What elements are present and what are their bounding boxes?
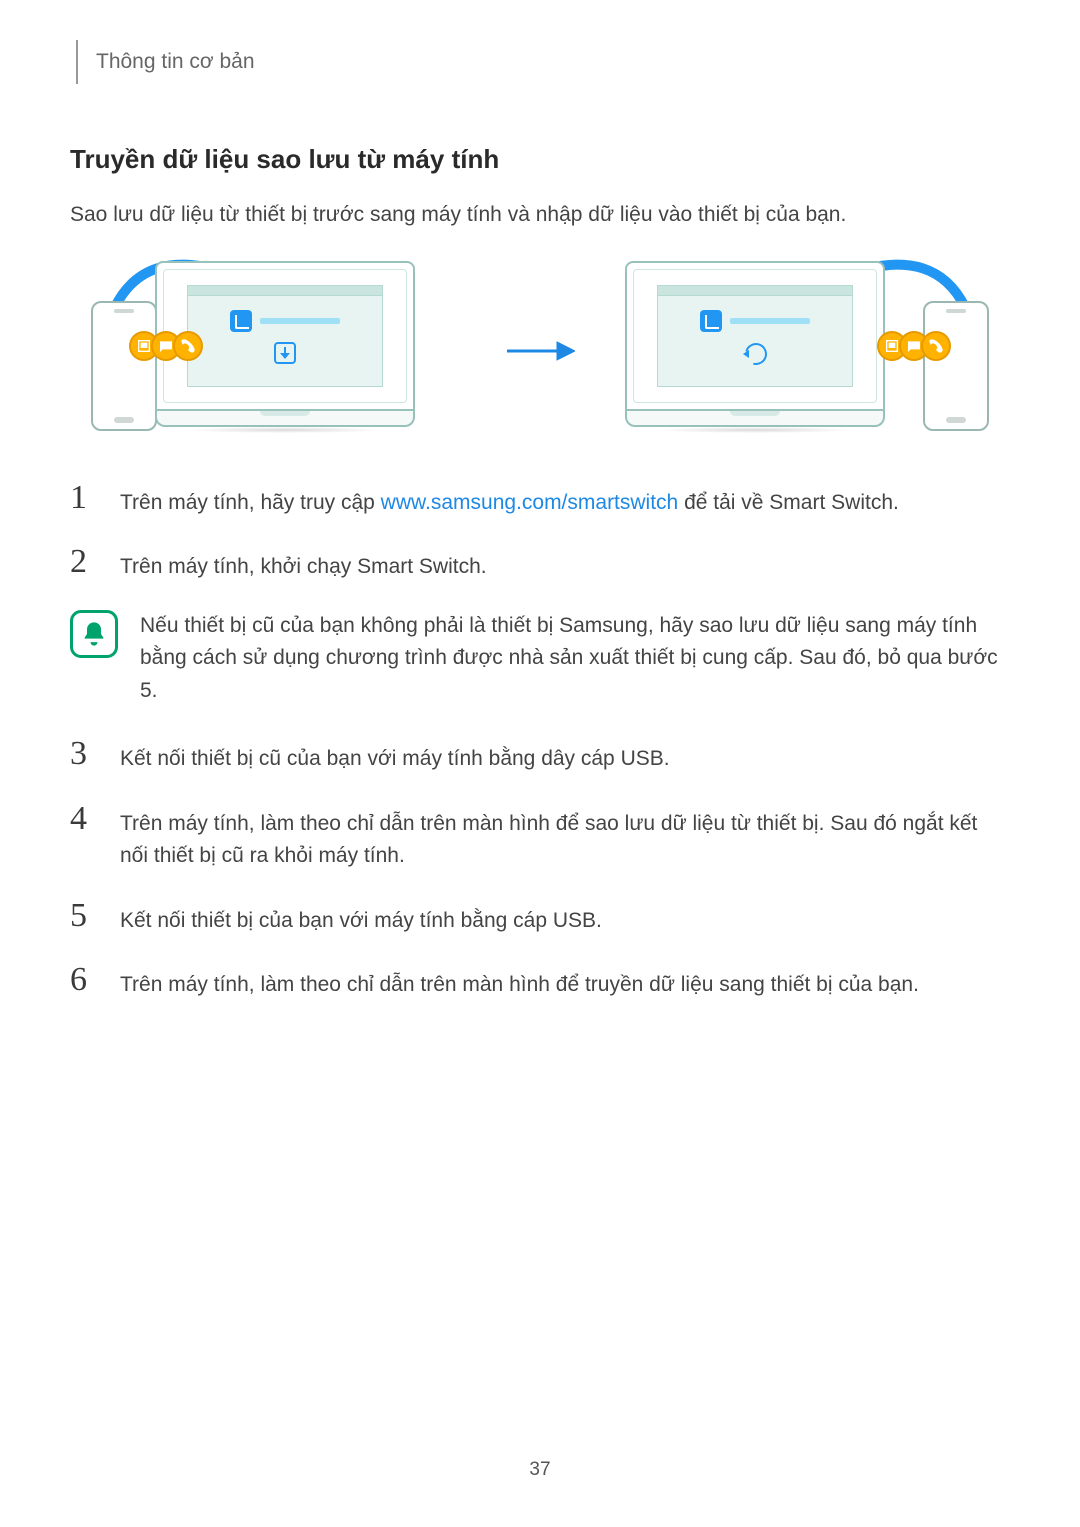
laptop-icon: [625, 261, 885, 427]
data-icons-cluster: [877, 331, 951, 361]
new-phone-icon: [923, 301, 989, 431]
diagram-backup: [95, 261, 475, 441]
smartswitch-app-icon: [700, 310, 722, 332]
diagram-restore: [605, 261, 985, 441]
call-icon: [921, 331, 951, 361]
step-5: 5 Kết nối thiết bị của bạn với máy tính …: [70, 899, 1010, 938]
page-number: 37: [0, 1459, 1080, 1481]
step-text: Kết nối thiết bị của bạn với máy tính bằ…: [120, 899, 602, 938]
smartswitch-app-icon: [230, 310, 252, 332]
step-number: 4: [70, 802, 100, 836]
smartswitch-link[interactable]: www.samsung.com/smartswitch: [381, 491, 679, 514]
old-phone-icon: [91, 301, 157, 431]
breadcrumb: Thông tin cơ bản: [76, 40, 1010, 84]
step-6: 6 Trên máy tính, làm theo chỉ dẫn trên m…: [70, 963, 1010, 1002]
intro-text: Sao lưu dữ liệu từ thiết bị trước sang m…: [70, 199, 1010, 231]
note-callout: Nếu thiết bị cũ của bạn không phải là th…: [70, 610, 1010, 708]
note-text: Nếu thiết bị cũ của bạn không phải là th…: [140, 610, 1010, 708]
call-icon: [173, 331, 203, 361]
step-3: 3 Kết nối thiết bị cũ của bạn với máy tí…: [70, 737, 1010, 776]
breadcrumb-text: Thông tin cơ bản: [96, 50, 255, 73]
transfer-diagram: [70, 261, 1010, 441]
step-text: Kết nối thiết bị cũ của bạn với máy tính…: [120, 737, 670, 776]
step-text: Trên máy tính, làm theo chỉ dẫn trên màn…: [120, 802, 1010, 873]
step-text: Trên máy tính, hãy truy cập www.samsung.…: [120, 481, 899, 520]
step-4: 4 Trên máy tính, làm theo chỉ dẫn trên m…: [70, 802, 1010, 873]
section-title: Truyền dữ liệu sao lưu từ máy tính: [70, 144, 1010, 175]
data-icons-cluster: [129, 331, 203, 361]
step-text: Trên máy tính, khởi chạy Smart Switch.: [120, 545, 487, 584]
step-text: Trên máy tính, làm theo chỉ dẫn trên màn…: [120, 963, 919, 1002]
step-1: 1 Trên máy tính, hãy truy cập www.samsun…: [70, 481, 1010, 520]
step-number: 6: [70, 963, 100, 997]
restore-icon: [744, 342, 766, 364]
note-bell-icon: [70, 610, 118, 658]
step-number: 2: [70, 545, 100, 579]
step-number: 3: [70, 737, 100, 771]
step-2: 2 Trên máy tính, khởi chạy Smart Switch.: [70, 545, 1010, 584]
step-number: 5: [70, 899, 100, 933]
step-number: 1: [70, 481, 100, 515]
arrow-right-icon: [495, 339, 585, 363]
download-icon: [274, 342, 296, 364]
